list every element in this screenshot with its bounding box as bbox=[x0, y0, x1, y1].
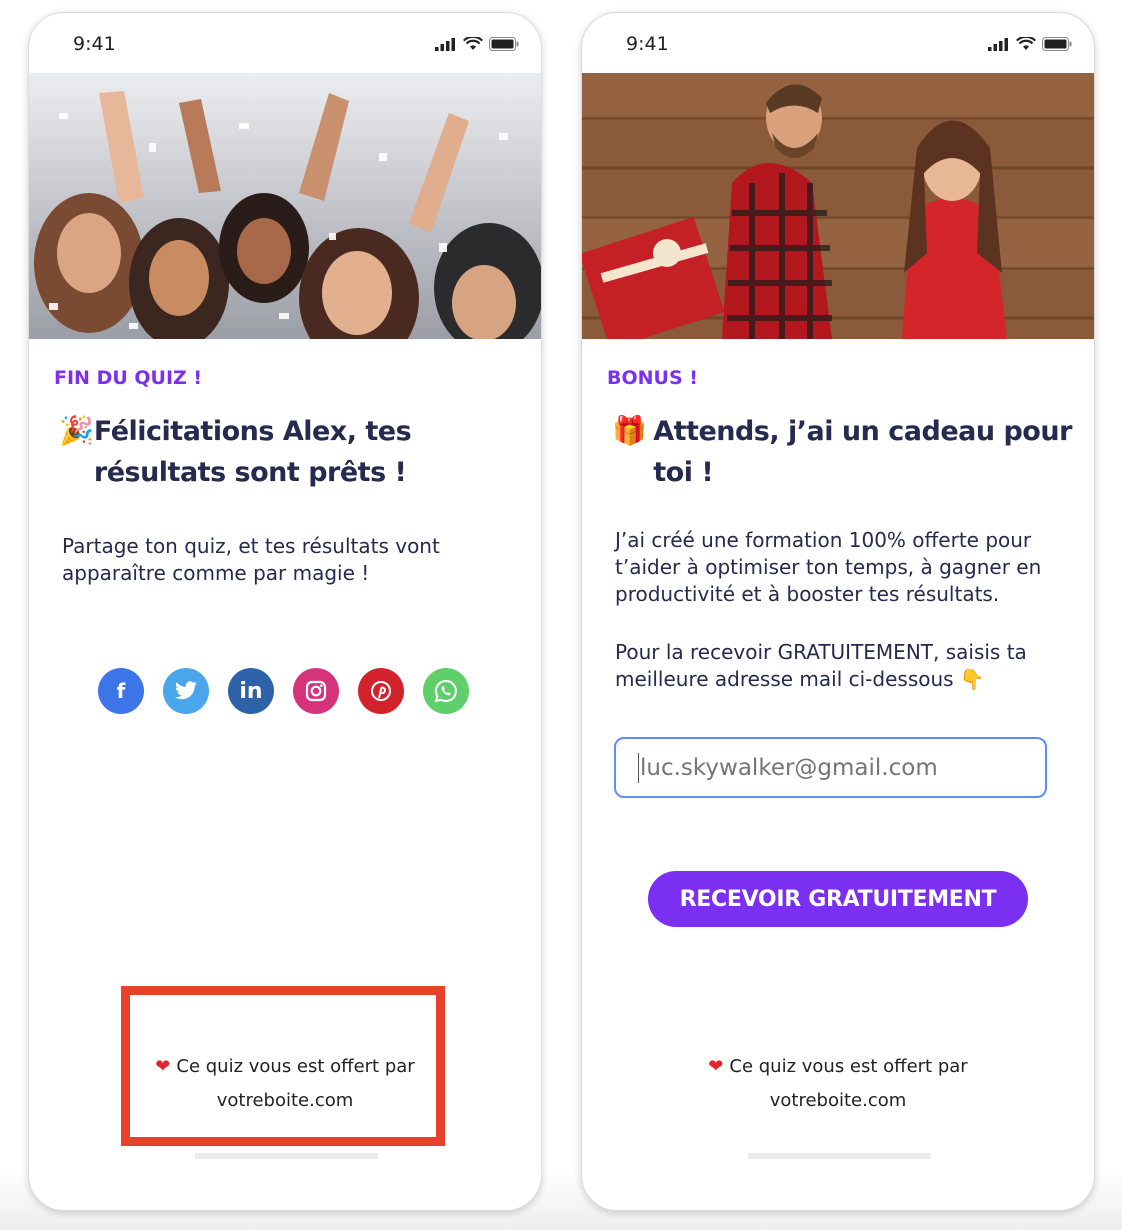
status-icons bbox=[988, 37, 1072, 51]
email-input[interactable] bbox=[614, 737, 1047, 798]
gift-icon: 🎁 bbox=[612, 415, 647, 446]
instagram-icon[interactable] bbox=[293, 668, 339, 714]
home-indicator bbox=[748, 1153, 931, 1159]
footer-credit: ❤ Ce quiz vous est offert par votreboite.… bbox=[582, 1050, 1094, 1118]
share-instructions: Partage ton quiz, et tes résultats vont … bbox=[62, 534, 440, 585]
eyebrow-label: FIN DU QUIZ ! bbox=[54, 367, 203, 389]
status-bar: 9:41 bbox=[29, 13, 541, 73]
phone-frame-bonus: 9:41 BONUS ! 🎁 Attends, j’ai un cadeau p… bbox=[581, 12, 1095, 1211]
text-caret bbox=[638, 753, 639, 783]
status-icons bbox=[435, 37, 519, 51]
party-popper-icon: 🎉 bbox=[59, 415, 94, 446]
hero-image-party-crowd bbox=[29, 73, 541, 339]
status-bar: 9:41 bbox=[582, 13, 1094, 73]
signal-icon bbox=[435, 37, 455, 51]
wifi-icon bbox=[463, 37, 483, 50]
offer-description: J’ai créé une formation 100% offerte pou… bbox=[615, 528, 1042, 606]
signal-icon bbox=[988, 37, 1008, 51]
whatsapp-icon[interactable] bbox=[423, 668, 469, 714]
twitter-icon[interactable] bbox=[163, 668, 209, 714]
status-time: 9:41 bbox=[626, 33, 669, 55]
title-row: 🎁 Attends, j’ai un cadeau pour toi ! bbox=[612, 411, 1072, 493]
highlight-annotation-box bbox=[121, 986, 445, 1146]
wifi-icon bbox=[1016, 37, 1036, 50]
battery-icon bbox=[489, 37, 519, 51]
title-row: 🎉 Félicitations Alex, tes résultats sont… bbox=[59, 411, 519, 493]
status-time: 9:41 bbox=[73, 33, 116, 55]
page-title: Attends, j’ai un cadeau pour toi ! bbox=[653, 416, 1072, 488]
eyebrow-label: BONUS ! bbox=[607, 367, 698, 389]
linkedin-icon[interactable]: in bbox=[228, 668, 274, 714]
battery-icon bbox=[1042, 37, 1072, 51]
facebook-icon[interactable]: f bbox=[98, 668, 144, 714]
footer-brand-link[interactable]: votreboite.com bbox=[582, 1084, 1094, 1118]
receive-free-button[interactable]: RECEVOIR GRATUITEMENT bbox=[648, 871, 1028, 927]
hero-image-gift-couple bbox=[582, 73, 1094, 339]
pinterest-icon[interactable] bbox=[358, 668, 404, 714]
footer-line-1: ❤ Ce quiz vous est offert par bbox=[708, 1056, 968, 1077]
home-indicator bbox=[195, 1153, 378, 1159]
heart-icon: ❤ bbox=[708, 1056, 724, 1077]
email-instructions: Pour la recevoir GRATUITEMENT, saisis ta… bbox=[615, 640, 1027, 691]
page-title: Félicitations Alex, tes résultats sont p… bbox=[93, 416, 412, 488]
social-share-row: f in bbox=[98, 668, 469, 714]
